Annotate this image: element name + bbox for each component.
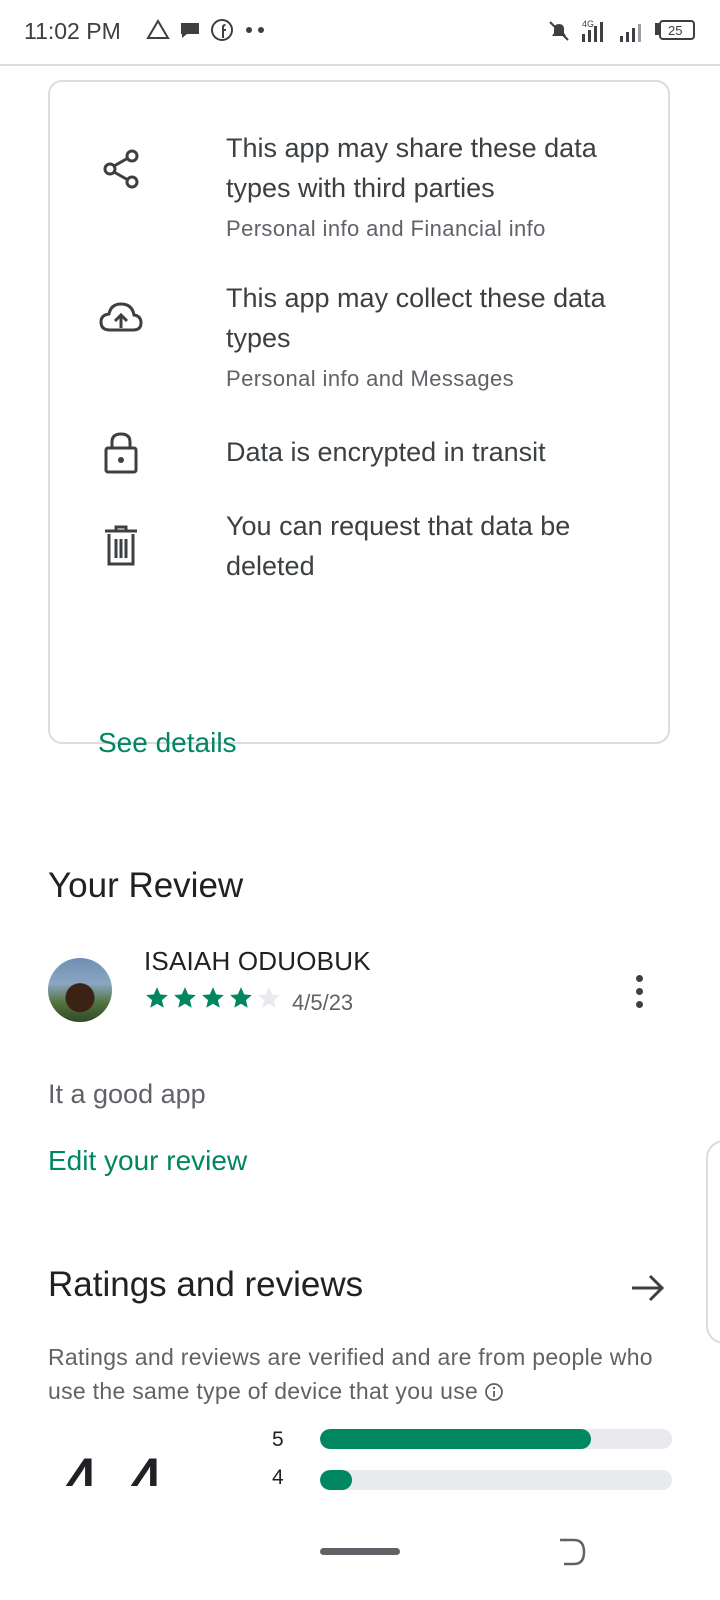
status-divider — [0, 64, 720, 66]
signal-4g-icon: 4G — [582, 19, 603, 42]
see-details-link[interactable]: See details — [98, 727, 237, 759]
arrow-right-icon[interactable] — [628, 1268, 668, 1308]
signal-icon — [620, 24, 641, 42]
svg-text:4G: 4G — [582, 19, 594, 29]
home-gesture-bar[interactable] — [320, 1548, 400, 1555]
back-gesture-icon[interactable] — [556, 1536, 590, 1568]
star-filled-icon — [202, 987, 224, 1008]
review-date: 4/5/23 — [292, 990, 354, 1015]
star-rating — [144, 985, 282, 1011]
facebook-icon — [211, 19, 233, 41]
battery-level: 25 — [668, 23, 682, 38]
rating-bar-fill — [320, 1429, 592, 1449]
star-empty-icon — [258, 987, 280, 1008]
ratings-note: Ratings and reviews are verified and are… — [48, 1340, 678, 1408]
data-safety-item-title: This app may share these data types with… — [226, 133, 597, 203]
data-safety-item-title: This app may collect these data types — [226, 283, 606, 353]
side-panel-handle[interactable] — [706, 1140, 720, 1344]
info-icon[interactable] — [484, 1382, 504, 1402]
avatar — [48, 958, 112, 1022]
reviewer-name: ISAIAH ODUOBUK — [144, 946, 371, 976]
muted-bell-icon — [549, 21, 569, 41]
chat-bubble-icon — [181, 23, 199, 38]
data-safety-card: This app may share these data types with… — [48, 80, 670, 758]
more-options-icon[interactable] — [632, 975, 646, 1015]
edit-review-link[interactable]: Edit your review — [48, 1145, 247, 1177]
data-safety-item-title: You can request that data be deleted — [226, 511, 571, 581]
star-filled-icon — [230, 987, 252, 1008]
rating-bar-label: 5 — [272, 1428, 284, 1451]
status-system-icons: 4G 25 — [548, 18, 696, 44]
average-rating: 4.4 — [58, 1441, 167, 1486]
ratings-note-text: Ratings and reviews are verified and are… — [48, 1344, 653, 1404]
lock-icon — [104, 432, 138, 474]
status-time: 11:02 PM — [24, 18, 121, 44]
more-dots-icon — [246, 27, 264, 33]
data-safety-item-title: Data is encrypted in transit — [226, 437, 546, 467]
star-filled-icon — [146, 987, 168, 1008]
cloud-upload-icon — [99, 302, 143, 332]
data-safety-item-detail: Personal info and Financial info — [226, 216, 546, 241]
data-safety-item-detail: Personal info and Messages — [226, 366, 515, 391]
rating-bar-fill — [320, 1470, 352, 1490]
battery-icon: 25 — [655, 20, 695, 40]
status-notification-icons — [146, 18, 268, 42]
review-text: It a good app — [48, 1079, 206, 1109]
rating-bar-label: 4 — [272, 1466, 284, 1489]
status-bar: 11:02 PM 4G 25 — [0, 0, 720, 64]
share-icon — [103, 149, 139, 189]
warning-icon — [146, 19, 170, 39]
trash-icon — [105, 525, 137, 566]
star-filled-icon — [174, 987, 196, 1008]
your-review-heading: Your Review — [48, 866, 244, 905]
ratings-heading[interactable]: Ratings and reviews — [48, 1265, 363, 1305]
rating-bar-track — [320, 1470, 672, 1490]
rating-bar-track — [320, 1429, 672, 1449]
